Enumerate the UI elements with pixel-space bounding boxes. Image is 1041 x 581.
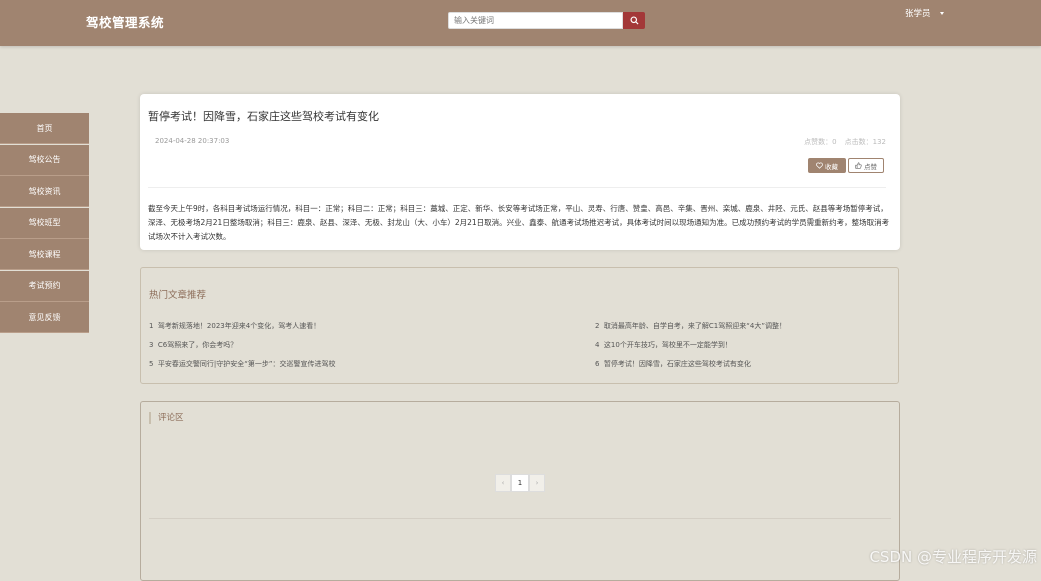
comments-panel: 评论区 ‹ 1 › <box>140 401 900 581</box>
hot-article-text: 暂停考试！因降雪，石家庄这些驾校考试有变化 <box>603 360 751 368</box>
hot-article-item[interactable]: 2 取消最高年龄、自学自考，来了解C1驾照迎来“4大”调整！ <box>595 321 786 331</box>
sidebar: 首页 驾校公告 驾校资讯 驾校班型 驾校课程 考试预约 意见反馈 <box>0 113 89 334</box>
pagination: ‹ 1 › <box>495 474 545 492</box>
search-icon <box>629 16 639 25</box>
fav-count: 点赞数：0 <box>804 138 837 146</box>
click-count: 点击数：132 <box>844 138 886 146</box>
chevron-down-icon <box>939 11 944 15</box>
sidebar-item-home[interactable]: 首页 <box>0 113 89 144</box>
sidebar-item-announcements[interactable]: 驾校公告 <box>0 144 89 176</box>
hot-article-text: 取消最高年龄、自学自考，来了解C1驾照迎来“4大”调整！ <box>603 322 786 330</box>
hot-article-text: 平安春运交警同行|守护安全“第一步”：交巡警宣传进驾校 <box>157 360 336 368</box>
article-body: 截至今天上午9时，各科目考试场运行情况，科目一：正常；科目二：正常；科目三：藁城… <box>148 204 890 241</box>
hot-article-number: 6 <box>595 360 600 368</box>
hot-article-item[interactable]: 1 驾考新规落地！2023年迎来4个变化，驾考人速看！ <box>149 321 320 331</box>
like-button-label: 点赞 <box>864 163 877 171</box>
favorite-button-label: 收藏 <box>825 163 838 171</box>
page-number-button[interactable]: 1 <box>511 474 529 492</box>
hot-article-number: 4 <box>595 341 600 349</box>
article-date: 2024-04-28 20:37:03 <box>155 137 230 145</box>
hot-articles-panel: 热门文章推荐 1 驾考新规落地！2023年迎来4个变化，驾考人速看！ 2 取消最… <box>140 267 899 384</box>
hot-article-number: 5 <box>149 360 154 368</box>
user-menu[interactable]: 张学员 <box>905 7 944 19</box>
site-title[interactable]: 驾校管理系统 <box>86 12 164 31</box>
hot-article-item[interactable]: 4 这10个开车技巧，驾校里不一定能学到！ <box>595 340 732 350</box>
hot-articles-title: 热门文章推荐 <box>149 290 207 301</box>
thumbs-up-icon <box>855 162 862 169</box>
search-input[interactable] <box>448 12 623 29</box>
hot-article-item[interactable]: 5 平安春运交警同行|守护安全“第一步”：交巡警宣传进驾校 <box>149 359 336 369</box>
like-button[interactable]: 点赞 <box>848 158 884 173</box>
heart-icon <box>816 162 823 169</box>
article-stats: 点赞数：0 点击数：132 <box>804 137 886 147</box>
comments-title: 评论区 <box>149 412 184 424</box>
hot-article-item[interactable]: 3 C6驾照来了，你会考吗？ <box>149 340 237 350</box>
hot-article-item[interactable]: 6 暂停考试！因降雪，石家庄这些驾校考试有变化 <box>595 359 751 369</box>
username: 张学员 <box>905 9 931 19</box>
hot-article-text: 驾考新规落地！2023年迎来4个变化，驾考人速看！ <box>157 322 321 330</box>
sidebar-item-class-types[interactable]: 驾校班型 <box>0 207 89 239</box>
next-page-button[interactable]: › <box>529 474 545 492</box>
search-button[interactable] <box>623 12 645 29</box>
hot-article-number: 2 <box>595 322 600 330</box>
hot-article-text: C6驾照来了，你会考吗？ <box>157 341 238 349</box>
prev-page-button[interactable]: ‹ <box>495 474 511 492</box>
sidebar-item-exam-booking[interactable]: 考试预约 <box>0 270 89 302</box>
hot-article-number: 1 <box>149 322 154 330</box>
divider <box>148 187 886 188</box>
favorite-button[interactable]: 收藏 <box>808 158 846 173</box>
hot-article-text: 这10个开车技巧，驾校里不一定能学到！ <box>603 341 732 349</box>
top-nav-bar: 驾校管理系统 张学员 <box>0 0 1041 46</box>
sidebar-item-feedback[interactable]: 意见反馈 <box>0 302 89 333</box>
hot-article-number: 3 <box>149 341 154 349</box>
article-title: 暂停考试！因降雪，石家庄这些驾校考试有变化 <box>148 110 379 123</box>
sidebar-item-courses[interactable]: 驾校课程 <box>0 239 89 270</box>
article-card: 暂停考试！因降雪，石家庄这些驾校考试有变化 2024-04-28 20:37:0… <box>140 94 900 250</box>
sidebar-item-news[interactable]: 驾校资讯 <box>0 176 89 207</box>
search-bar <box>448 12 645 29</box>
divider <box>149 518 891 519</box>
watermark: CSDN @专业程序开发源 <box>869 548 1037 566</box>
